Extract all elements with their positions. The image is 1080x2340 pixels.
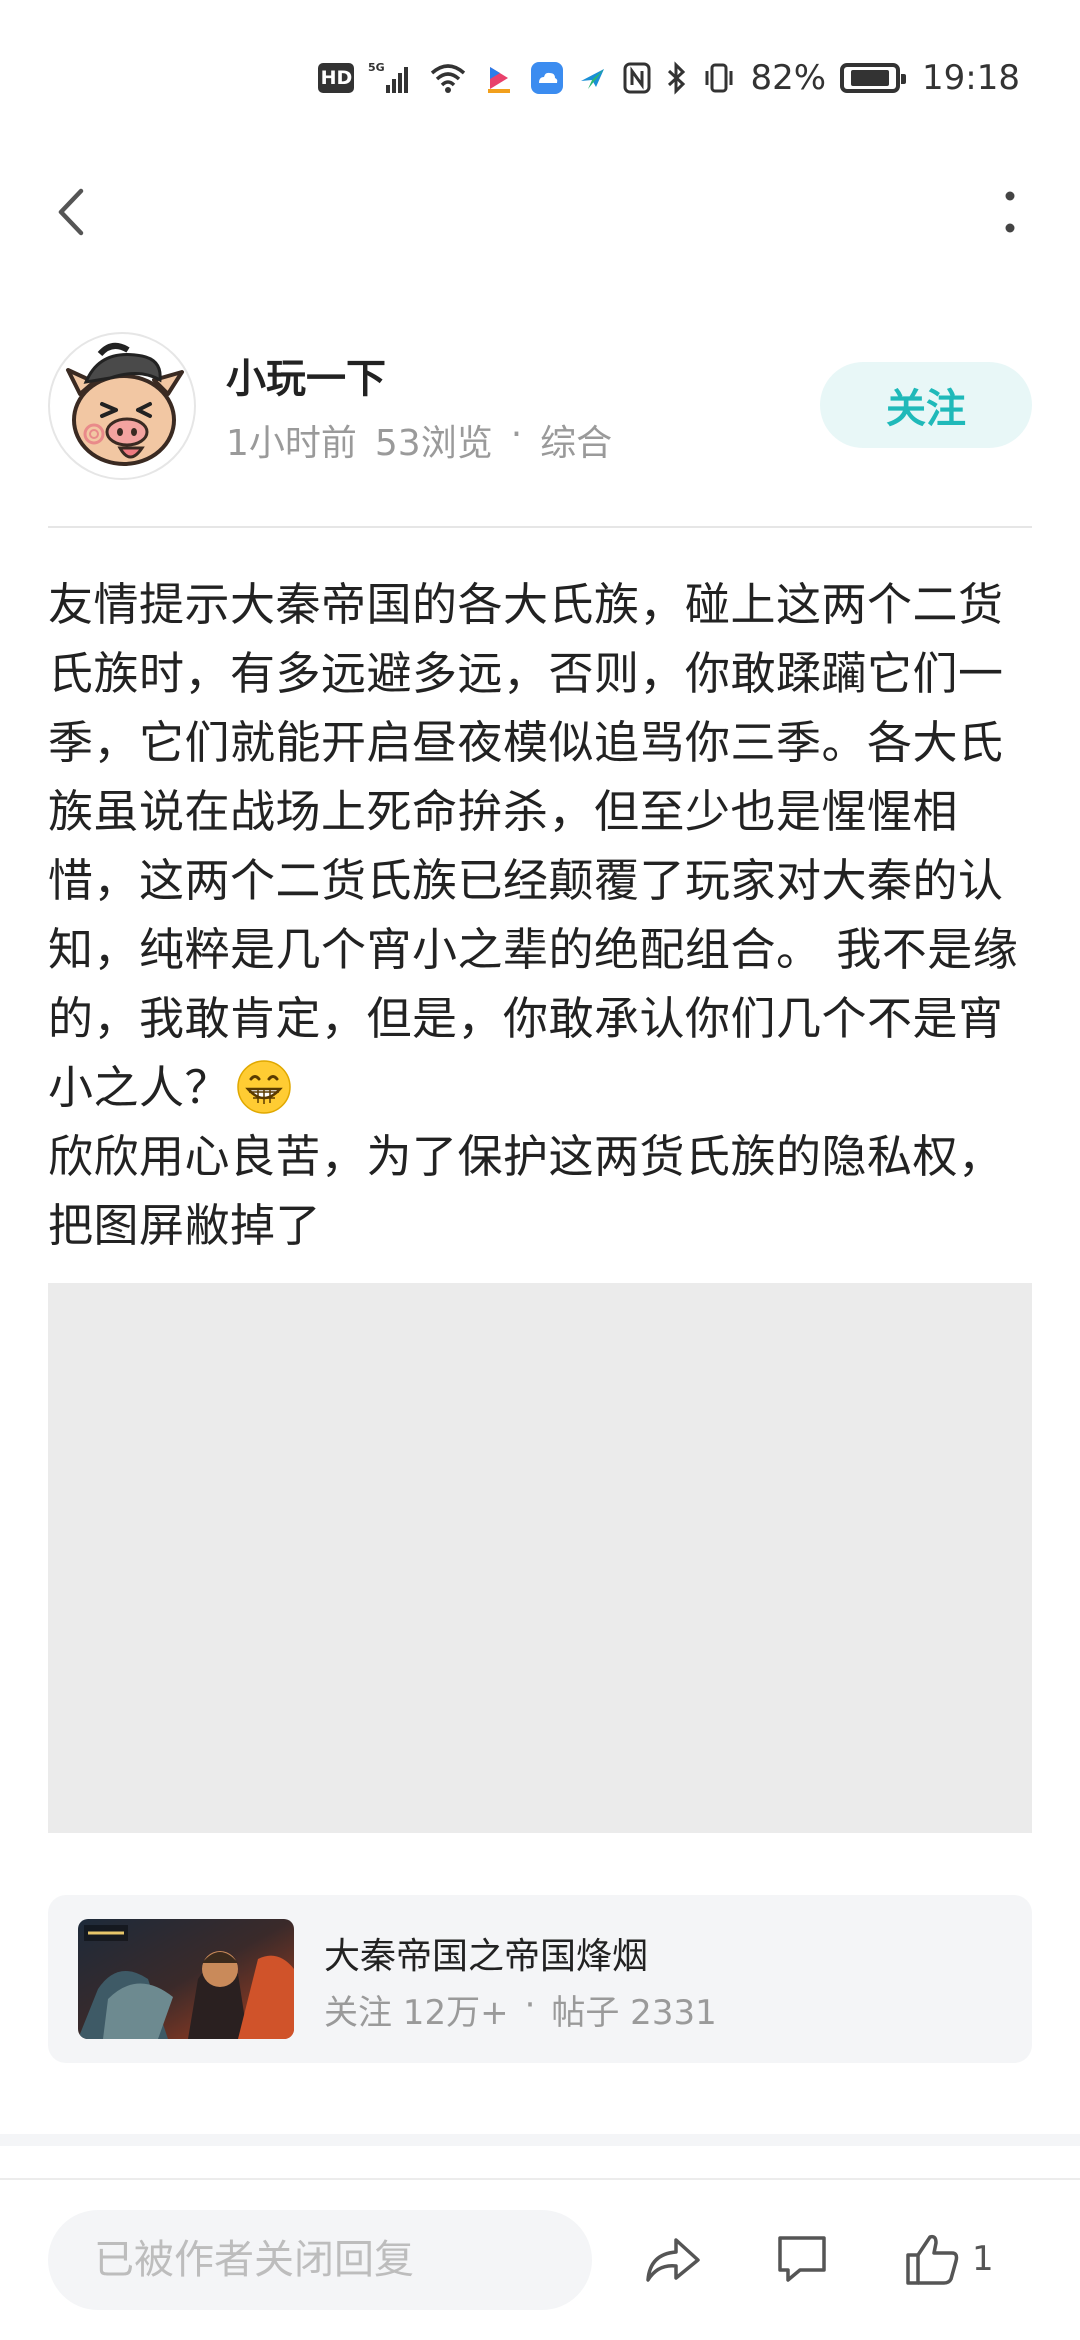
status-icons: HD 5G 82% 19:18 bbox=[318, 58, 1020, 98]
post-image-hidden[interactable] bbox=[48, 1283, 1032, 1833]
section-separator bbox=[0, 2134, 1080, 2146]
comment-button[interactable] bbox=[774, 2224, 844, 2294]
status-bar: HD 5G 82% 19:18 bbox=[0, 0, 1080, 150]
bluetooth-icon bbox=[666, 61, 688, 95]
avatar[interactable] bbox=[48, 332, 196, 480]
cellular-signal-icon: 5G bbox=[368, 61, 414, 95]
divider bbox=[48, 526, 1032, 528]
wifi-icon bbox=[428, 61, 468, 95]
top-nav bbox=[0, 160, 1080, 260]
game-post-count: 帖子 2331 bbox=[551, 1993, 717, 2033]
clock: 19:18 bbox=[922, 58, 1020, 98]
grinning-face-emoji bbox=[237, 1060, 291, 1114]
back-button[interactable] bbox=[40, 182, 100, 242]
more-button[interactable] bbox=[980, 182, 1040, 242]
post-paragraph: 友情提示大秦帝国的各大氏族，碰上这两个二货氏族时，有多远避多远，否则，你敢蹂躏它… bbox=[48, 570, 1032, 1122]
battery-icon bbox=[840, 63, 907, 93]
comment-icon bbox=[778, 2236, 826, 2282]
meta-separator: · bbox=[510, 414, 523, 455]
cloud-app-icon bbox=[530, 61, 564, 95]
post-paragraph: 欣欣用心良苦，为了保护这两货氏族的隐私权，把图屏敝掉了 bbox=[48, 1130, 1004, 1252]
author-name[interactable]: 小玩一下 bbox=[226, 346, 386, 404]
like-button[interactable]: 1 bbox=[904, 2224, 1034, 2294]
game-card[interactable]: 大秦帝国之帝国烽烟 关注 12万+ · 帖子 2331 bbox=[48, 1895, 1032, 2063]
battery-level bbox=[851, 70, 889, 86]
thumbs-up-icon bbox=[906, 2234, 959, 2285]
more-vertical-icon bbox=[1005, 191, 1015, 233]
bird-app-icon bbox=[578, 63, 608, 93]
game-followers: 关注 12万+ bbox=[324, 1993, 509, 2033]
game-stats: 关注 12万+ · 帖子 2331 bbox=[324, 1985, 717, 2034]
author-row: 小玩一下 1小时前 53浏览 · 综合 关注 bbox=[48, 328, 1032, 480]
reply-input[interactable] bbox=[48, 2210, 592, 2310]
hd-icon: HD bbox=[318, 63, 355, 93]
follow-button[interactable]: 关注 bbox=[820, 362, 1032, 448]
chevron-left-icon bbox=[58, 188, 84, 236]
like-count: 1 bbox=[972, 2239, 994, 2279]
svg-text:5G: 5G bbox=[368, 61, 385, 74]
post-text: 友情提示大秦帝国的各大氏族，碰上这两个二货氏族时，有多远避多远，否则，你敢蹂躏它… bbox=[48, 578, 1019, 1114]
pig-avatar-icon bbox=[66, 342, 184, 466]
game-name: 大秦帝国之帝国烽烟 bbox=[324, 1936, 649, 1977]
share-button[interactable] bbox=[642, 2224, 712, 2294]
post-body: 友情提示大秦帝国的各大氏族，碰上这两个二货氏族时，有多远避多远，否则，你敢蹂躏它… bbox=[48, 570, 1032, 1260]
stats-separator: · bbox=[524, 1985, 536, 2025]
bottom-bar: 1 bbox=[0, 2180, 1080, 2340]
app-notification-icon bbox=[482, 61, 516, 95]
vibrate-icon bbox=[702, 61, 736, 95]
share-icon bbox=[646, 2238, 700, 2282]
view-count: 53浏览 bbox=[374, 423, 493, 464]
post-category[interactable]: 综合 bbox=[540, 414, 612, 466]
post-meta: 1小时前 53浏览 · 综合 bbox=[226, 414, 612, 466]
battery-percent: 82% bbox=[750, 58, 827, 98]
nfc-icon bbox=[622, 61, 652, 95]
game-thumbnail bbox=[78, 1919, 294, 2039]
post-time: 1小时前 bbox=[226, 423, 357, 464]
